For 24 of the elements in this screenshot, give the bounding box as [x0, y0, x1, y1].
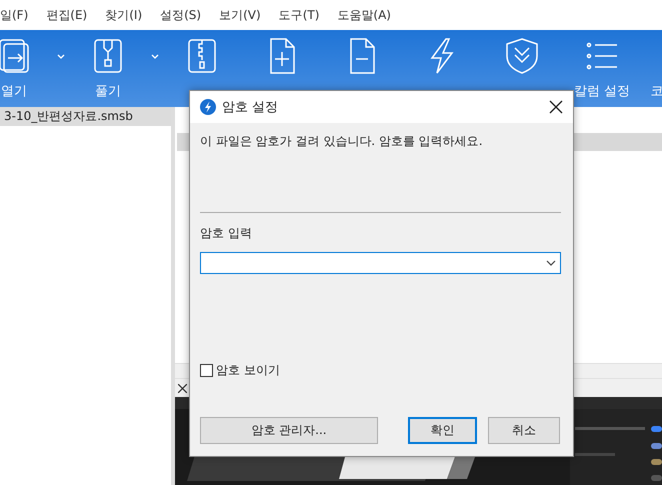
dialog-title: 암호 설정 — [222, 99, 280, 116]
dialog-button[interactable]: 취소 — [488, 417, 560, 444]
menu-item[interactable]: 도구(T) — [278, 6, 320, 24]
file-row[interactable]: 3-10_반편성자료.smsb — [0, 107, 171, 126]
password-field[interactable] — [200, 252, 561, 274]
toolbar-button[interactable]: 칼럼 설정 — [562, 30, 642, 107]
toolbar-button[interactable]: 열기 — [0, 30, 54, 107]
checkbox-label[interactable]: 암호 보이기 — [216, 362, 280, 379]
close-icon[interactable] — [549, 100, 563, 114]
dropdown-caret-icon[interactable] — [546, 260, 556, 266]
menu-item[interactable]: 편집(E) — [46, 6, 88, 24]
menu-item[interactable]: 찾기(I) — [105, 6, 142, 24]
menu-item[interactable]: 보기(V) — [219, 6, 261, 24]
dialog-message: 이 파일은 암호가 걸려 있습니다. 암호를 입력하세요. — [200, 133, 484, 150]
menu-item[interactable]: 설정(S) — [160, 6, 202, 24]
lightning-icon — [200, 99, 216, 115]
menu-item[interactable]: 도움말(A) — [337, 6, 391, 24]
toolbar-button[interactable]: 풀기 — [68, 30, 148, 107]
checkbox[interactable] — [200, 364, 213, 377]
field-label: 암호 입력 — [200, 225, 253, 242]
dialog-button[interactable]: 확인 — [408, 417, 477, 444]
dialog-button[interactable]: 암호 관리자... — [200, 417, 378, 444]
menu-item[interactable]: 일(F) — [0, 6, 28, 24]
close-icon[interactable] — [178, 384, 187, 392]
